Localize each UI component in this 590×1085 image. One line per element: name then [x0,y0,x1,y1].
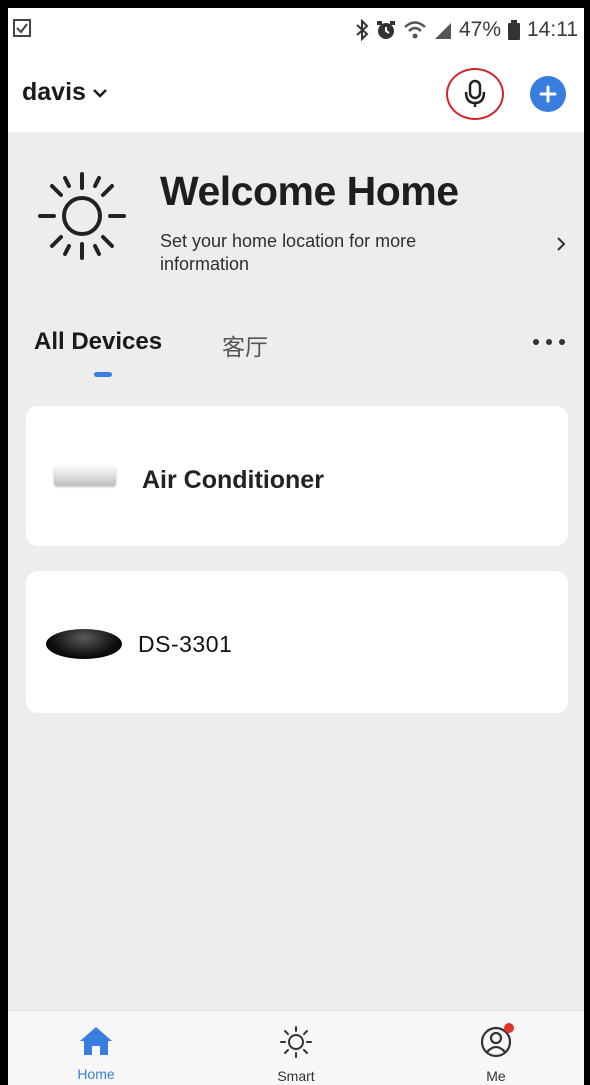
welcome-banner[interactable]: Welcome Home Set your home location for … [8,132,584,302]
app-screen: 47% 14:11 davis Welcome Home Set your ho… [8,8,584,1085]
chevron-right-icon [557,237,566,251]
welcome-subtitle: Set your home location for more informat… [160,231,417,274]
plus-icon [539,85,557,103]
device-card-ds-3301[interactable]: DS-3301 [26,571,568,713]
nav-home-label: Home [77,1066,115,1082]
alarm-icon [376,21,395,39]
nav-me[interactable]: Me [446,1023,546,1084]
tab-all-devices[interactable]: All Devices [34,328,162,356]
status-bar: 47% 14:11 [8,8,584,52]
nav-home[interactable]: Home [46,1025,146,1082]
chevron-down-icon [93,88,107,98]
device-name: DS-3301 [138,631,233,657]
sun-icon [38,172,126,260]
device-name: Air Conditioner [142,466,324,494]
nav-smart[interactable]: Smart [246,1025,346,1084]
bluetooth-icon [356,19,369,41]
tab-active-indicator [94,372,112,377]
device-card-air-conditioner[interactable]: Air Conditioner [26,406,568,546]
nav-smart-label: Smart [277,1068,315,1084]
signal-icon [434,23,451,39]
house-icon [80,1027,112,1055]
app-header: davis [8,52,584,132]
tab-room[interactable]: 客厅 [222,328,268,362]
more-icon[interactable] [532,338,566,346]
microphone-icon [464,79,486,107]
room-tabs: All Devices 客厅 [8,318,584,388]
clock: 14:11 [527,18,578,41]
notification-icon [13,19,31,37]
voice-button[interactable] [446,68,504,120]
add-device-button[interactable] [530,76,566,112]
battery-percent: 47% [458,18,501,41]
notification-badge [504,1023,514,1033]
home-selector[interactable]: davis [22,78,108,107]
air-conditioner-image [54,466,116,486]
bottom-navigation: Home Smart Me [8,1010,584,1085]
ir-remote-hub-image [46,629,122,659]
wifi-icon [404,21,426,39]
nav-me-label: Me [486,1068,506,1084]
home-name: davis [22,78,86,106]
battery-icon [508,20,520,40]
sun-outline-icon [280,1026,312,1058]
welcome-title: Welcome Home [160,168,459,214]
